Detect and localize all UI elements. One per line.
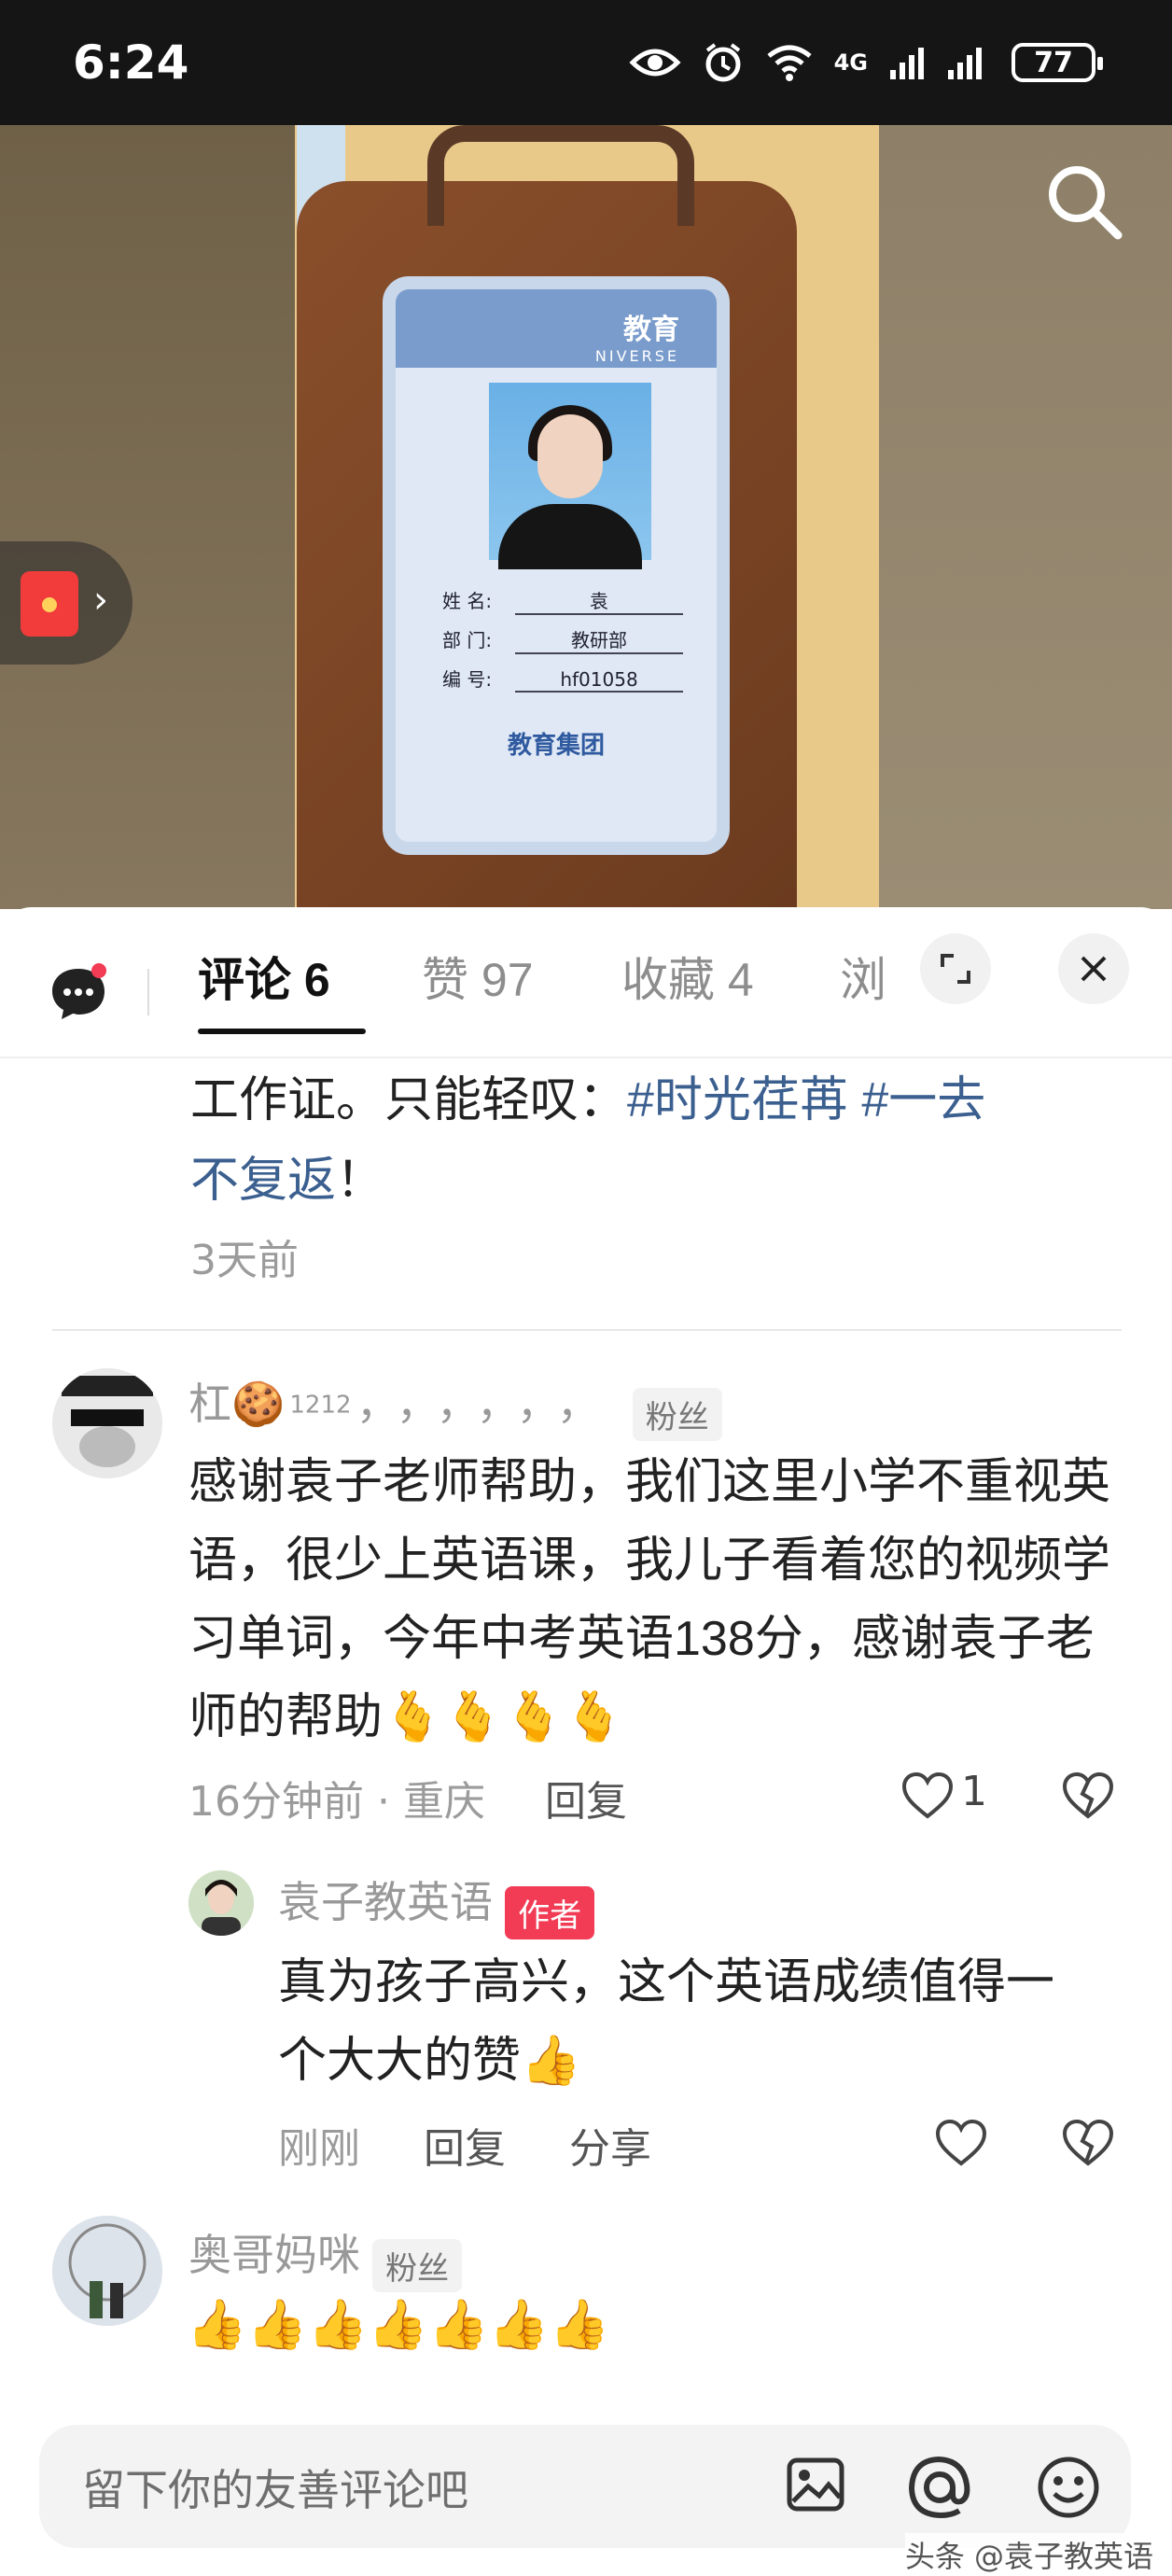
avatar-image [188,1870,254,1936]
id-card: 教育 NIVERSE 姓 名: 袁 部 门: 教研部 编 号: hf01058 教育集团 [383,276,730,855]
comment-text[interactable]: 👍👍👍👍👍👍👍 [187,2285,1026,2365]
author-avatar[interactable] [188,1870,254,1936]
id-photo-shoulders [498,504,642,569]
id-field-label: 编 号: [442,668,493,691]
comment-text[interactable]: 感谢袁子老师帮助，我们这里小学不重视英语，很少上英语课，我儿子看着您的视频学习单… [188,1443,1122,1757]
status-time: 6:24 [73,35,189,90]
status-icons: 4G 77 [629,41,1103,84]
red-envelope-icon [21,571,78,637]
battery-level: 77 [1034,46,1073,79]
id-field-name: 姓 名: 袁 [442,586,694,615]
id-card-brand-sub: NIVERSE [594,347,679,365]
dislike-broken-heart-icon[interactable] [1062,1771,1114,1820]
status-bar: 6:24 4G 77 [0,0,1172,125]
comment-location: 重庆 [402,1778,485,1826]
chat-icon[interactable] [50,963,108,1021]
comment-username[interactable]: 奥哥妈咪 [188,2230,360,2280]
reply-time: 刚刚 [278,2125,360,2173]
comment-input-bar[interactable]: 留下你的友善评论吧 [39,2425,1131,2548]
id-field-value: hf01058 [515,668,683,693]
post-caption-text: 工作证。只能轻叹： [190,1073,628,1127]
tab-divider [147,969,149,1015]
reply-button[interactable]: 回复 [424,2125,506,2173]
id-field-dept: 部 门: 教研部 [442,625,694,654]
signal-icon-1 [890,48,924,79]
post-photo[interactable]: 教育 NIVERSE 姓 名: 袁 部 门: 教研部 编 号: hf01058 教育集团… [0,125,1172,909]
search-icon[interactable] [1041,159,1125,243]
network-type: 4G [833,49,868,76]
eye-icon [629,49,681,77]
close-icon [1081,956,1107,982]
expand-button[interactable] [920,933,991,1004]
id-photo [489,383,651,569]
divider [52,1329,1122,1331]
comment-time: 16分钟前 [188,1778,364,1826]
comment-header: 奥哥妈咪 粉丝 [188,2221,463,2292]
avatar-image [52,2216,162,2326]
red-packet-button[interactable]: › [0,541,133,665]
id-photo-face [537,414,603,498]
photo-background [0,125,295,909]
hashtag-link[interactable]: #时光荏苒 [627,1073,848,1127]
avatar[interactable] [52,1368,162,1478]
reply-text[interactable]: 真为孩子高兴，这个英语成绩值得一个大大的赞👍 [278,1943,1099,2100]
reply-header: 袁子教英语 作者 [278,1869,595,1939]
like-heart-icon[interactable] [901,1771,954,1820]
alarm-icon [705,43,741,82]
tab-views[interactable]: 浏 [840,943,886,1010]
emoji-icon[interactable] [1036,2455,1101,2520]
reply-meta: 刚刚 回复 分享 [278,2115,651,2175]
user-level: 1212 [289,1391,352,1420]
tab-likes[interactable]: 赞 97 [422,943,534,1010]
comment-header: 杠🍪 1212 ，，，，，， 粉丝 [188,1370,722,1441]
post-caption-line: 工作证。只能轻叹：#时光荏苒 #一去 [190,1060,1114,1141]
hashtag-link-cont[interactable]: 不复返 [190,1154,336,1208]
close-button[interactable] [1058,933,1129,1004]
tab-favorites[interactable]: 收藏 4 [621,943,754,1010]
id-card-brand: 教育 [623,314,679,346]
id-field-value: 教研部 [515,625,683,654]
comment-meta: 16分钟前 · 重庆 回复 [188,1778,627,1826]
watermark: 头条 @袁子教英语 [904,2533,1153,2576]
post-time: 3天前 [190,1237,299,1284]
share-button[interactable]: 分享 [569,2125,651,2173]
tab-comments[interactable]: 评论 6 [198,943,330,1010]
post-caption: 工作证。只能轻叹：#时光荏苒 #一去 不复返！ 3天前 [190,1027,1114,1286]
comment-sheet: 评论 6 赞 97 收藏 4 浏 工作证。只能轻叹：#时光荏苒 #一去 不复返！… [0,907,1172,2576]
id-field-label: 姓 名: [442,590,493,612]
id-field-label: 部 门: [442,629,493,651]
author-badge: 作者 [505,1886,595,1939]
reply-username[interactable]: 袁子教英语 [278,1877,493,1927]
like-heart-icon[interactable] [935,2119,987,2167]
image-icon[interactable] [786,2457,845,2513]
battery-indicator: 77 [1012,43,1103,82]
fan-badge: 粉丝 [632,1388,722,1441]
avatar-image [52,1368,162,1478]
like-count: 1 [961,1768,987,1815]
wifi-icon [767,45,812,81]
photo-background [879,125,1172,909]
id-field-value: 袁 [515,586,683,615]
reply-button[interactable]: 回复 [545,1778,627,1826]
comment-input-placeholder[interactable]: 留下你的友善评论吧 [82,2457,468,2518]
expand-icon [941,954,970,984]
username-suffix: ，，，，，， [356,1379,619,1429]
dislike-broken-heart-icon[interactable] [1062,2119,1114,2167]
hashtag-link[interactable]: #一去 [861,1073,985,1127]
id-card-org: 教育集团 [507,732,605,760]
post-caption-end: ！ [336,1154,385,1208]
post-caption-line: 不复返！ [190,1141,1114,1221]
chevron-right-icon: › [93,579,108,622]
signal-icon-2 [948,48,982,79]
mention-at-icon[interactable] [907,2455,972,2520]
post-caption-cut-line [190,1027,1114,1060]
comment-username[interactable]: 杠🍪 [188,1379,285,1429]
avatar[interactable] [52,2216,162,2326]
id-field-number: 编 号: hf01058 [442,665,694,693]
id-card-header: 教育 NIVERSE [396,289,717,368]
